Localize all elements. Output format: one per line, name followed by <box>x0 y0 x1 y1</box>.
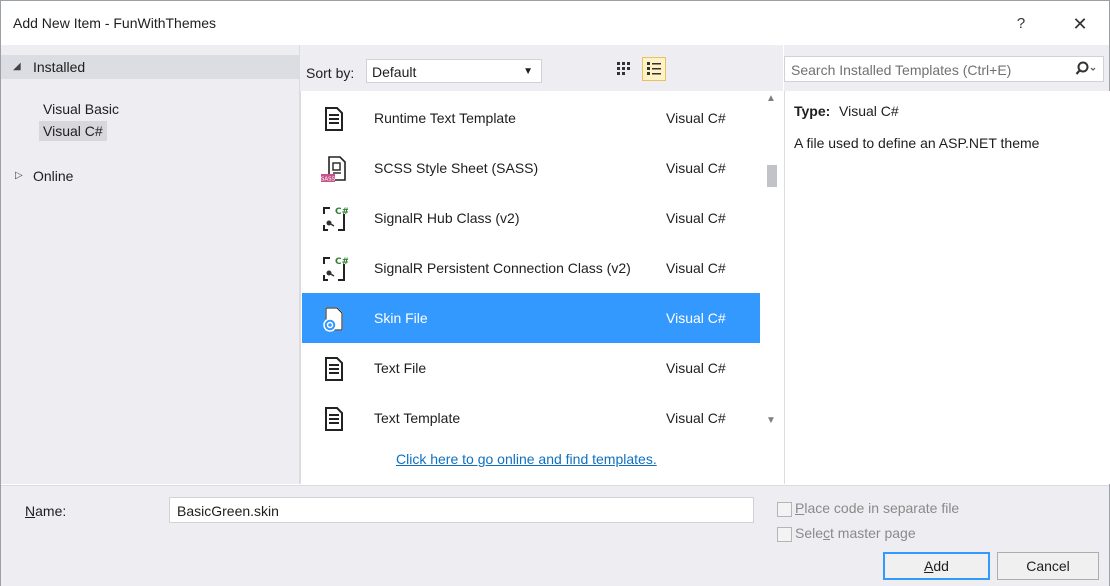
text-file-icon <box>320 355 348 383</box>
scroll-thumb[interactable] <box>767 165 777 187</box>
tree-node-label: Installed <box>33 59 86 75</box>
place-code-rest: lace code in separate file <box>804 500 960 516</box>
tree-item-visual-csharp[interactable]: Visual C# <box>39 121 107 141</box>
template-language: Visual C# <box>666 160 726 176</box>
name-field[interactable]: BasicGreen.skin <box>169 497 754 523</box>
bottom-panel: Name: BasicGreen.skin Place code in sepa… <box>1 485 1109 586</box>
scss-stylesheet-icon: SASS <box>320 155 348 183</box>
small-icons-view-icon[interactable] <box>613 58 635 80</box>
template-language: Visual C# <box>666 210 726 226</box>
template-language: Visual C# <box>666 260 726 276</box>
add-mnemonic: A <box>924 558 934 574</box>
help-button[interactable]: ? <box>1007 11 1035 37</box>
svg-text:C#: C# <box>335 207 348 217</box>
sort-value: Default <box>372 64 417 80</box>
title-bar: Add New Item - FunWithThemes ? ✕ <box>1 1 1109 45</box>
template-language: Visual C# <box>666 310 726 326</box>
search-placeholder: Search Installed Templates (Ctrl+E) <box>791 62 1012 78</box>
place-code-label: Place code in separate file <box>795 500 959 516</box>
template-name: Text Template <box>374 410 461 426</box>
text-template-icon <box>320 405 348 433</box>
template-name: Runtime Text Template <box>374 110 516 126</box>
templates-list: Runtime Text Template Visual C# SASS SCS… <box>300 91 784 484</box>
skin-file-icon <box>320 305 348 333</box>
template-language: Visual C# <box>666 360 726 376</box>
place-code-checkbox[interactable] <box>777 502 792 517</box>
dropdown-arrow-icon: ▼ <box>523 66 533 77</box>
name-field-value: BasicGreen.skin <box>177 503 279 519</box>
tree-node-label: Online <box>33 168 74 184</box>
add-new-item-dialog: Add New Item - FunWithThemes ? ✕ ◢ Insta… <box>0 0 1110 586</box>
template-language: Visual C# <box>666 110 726 126</box>
search-input[interactable]: Search Installed Templates (Ctrl+E) <box>784 56 1104 82</box>
name-label-mnemonic: N <box>25 503 36 519</box>
place-code-mnemonic: P <box>795 500 805 516</box>
scroll-down-arrow-icon[interactable]: ▼ <box>766 415 776 426</box>
cancel-button[interactable]: Cancel <box>997 552 1099 580</box>
template-name: SignalR Persistent Connection Class (v2) <box>374 260 631 276</box>
text-template-icon <box>320 105 348 133</box>
svg-text:C#: C# <box>335 257 348 267</box>
name-label: Name: <box>25 503 66 519</box>
signalr-hub-icon: C# <box>320 205 349 233</box>
tree-node-online[interactable]: ▷ Online <box>1 164 299 188</box>
select-master-page-checkbox[interactable] <box>777 527 792 542</box>
type-label: Type: <box>794 103 831 119</box>
template-row[interactable]: SASS SCSS Style Sheet (SASS) Visual C# <box>302 143 760 193</box>
add-button[interactable]: Add <box>883 552 990 580</box>
name-label-rest: ame: <box>35 503 67 519</box>
template-row[interactable]: C# SignalR Hub Class (v2) Visual C# <box>302 193 760 243</box>
template-row[interactable]: C# SignalR Persistent Connection Class (… <box>302 243 760 293</box>
category-tree: ◢ Installed Visual Basic Visual C# ▷ Onl… <box>1 45 300 484</box>
search-icon[interactable] <box>1075 60 1096 78</box>
template-name: SCSS Style Sheet (SASS) <box>374 160 539 176</box>
template-row-selected[interactable]: Skin File Visual C# <box>302 293 760 343</box>
window-title: Add New Item - FunWithThemes <box>13 15 217 31</box>
master-page-start: Sele <box>795 525 824 541</box>
template-language: Visual C# <box>666 410 726 426</box>
type-value: Visual C# <box>839 103 899 119</box>
collapsed-triangle-icon[interactable]: ▷ <box>15 170 23 181</box>
add-rest: dd <box>933 558 949 574</box>
select-master-page-label: Select master page <box>795 525 916 541</box>
template-name: Text File <box>374 360 427 376</box>
templates-scrollbar[interactable]: ▲ ▼ <box>762 91 782 431</box>
sort-toolbar: Sort by: Default ▼ <box>300 45 783 91</box>
sort-label: Sort by: <box>306 65 355 81</box>
details-view-icon[interactable] <box>642 57 666 81</box>
scroll-up-arrow-icon[interactable]: ▲ <box>766 93 776 104</box>
signalr-connection-icon: C# <box>320 255 349 283</box>
expanded-triangle-icon[interactable]: ◢ <box>13 61 21 72</box>
template-details: Type: Visual C# A file used to define an… <box>784 91 1110 484</box>
master-page-rest: t master page <box>830 525 916 541</box>
svg-text:SASS: SASS <box>321 177 336 183</box>
template-name: Skin File <box>374 310 428 326</box>
tree-item-visual-basic[interactable]: Visual Basic <box>43 101 119 117</box>
find-templates-online-link[interactable]: Click here to go online and find templat… <box>396 451 657 467</box>
template-description: A file used to define an ASP.NET theme <box>794 135 1040 151</box>
template-name: SignalR Hub Class (v2) <box>374 210 520 226</box>
template-row[interactable]: Text Template Visual C# <box>302 393 760 443</box>
template-row[interactable]: Runtime Text Template Visual C# <box>302 93 760 143</box>
template-row[interactable]: Text File Visual C# <box>302 343 760 393</box>
master-page-mnemonic: c <box>823 525 831 541</box>
search-bar: Search Installed Templates (Ctrl+E) <box>784 45 1109 91</box>
tree-node-installed[interactable]: ◢ Installed <box>1 55 299 79</box>
close-button[interactable]: ✕ <box>1065 11 1095 37</box>
sort-dropdown[interactable]: Default ▼ <box>366 59 542 83</box>
